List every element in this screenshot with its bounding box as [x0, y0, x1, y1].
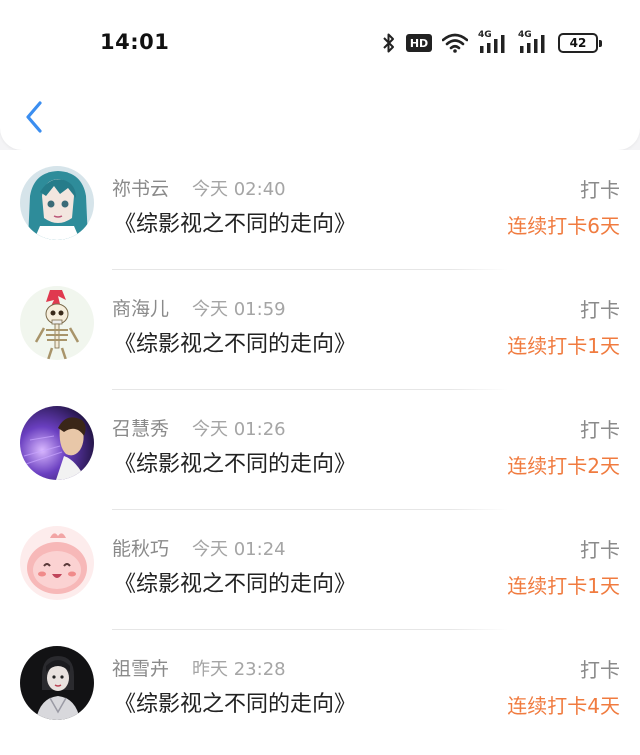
list-item[interactable]: 召慧秀 今天 01:26 《综影视之不同的走向》 打卡 连续打卡2天 — [0, 390, 640, 510]
user-name: 能秋巧 — [112, 538, 170, 560]
user-name: 祢书云 — [112, 178, 170, 200]
bluetooth-icon — [382, 32, 396, 54]
status-time: 14:01 — [100, 30, 170, 54]
book-title[interactable]: 《综影视之不同的走向》 — [114, 566, 356, 598]
streak-label: 连续打卡6天 — [507, 214, 620, 238]
status-icons: HD 4G 4G 42 — [382, 30, 602, 56]
status-bar: 14:01 HD 4G 4G 42 — [0, 0, 640, 86]
user-name: 召慧秀 — [112, 418, 170, 440]
book-title[interactable]: 《综影视之不同的走向》 — [114, 686, 356, 718]
streak-label: 连续打卡1天 — [507, 574, 620, 598]
top-bar: 14:01 HD 4G 4G 42 — [0, 0, 640, 150]
book-title[interactable]: 《综影视之不同的走向》 — [114, 446, 356, 478]
avatar — [20, 646, 94, 720]
book-title[interactable]: 《综影视之不同的走向》 — [114, 206, 356, 238]
action-label: 打卡 — [580, 178, 620, 202]
chevron-left-icon — [26, 101, 42, 133]
user-name: 商海儿 — [112, 298, 170, 320]
avatar — [20, 526, 94, 600]
timestamp: 今天 02:40 — [192, 179, 286, 200]
back-button[interactable] — [20, 97, 50, 137]
list-item[interactable]: 商海儿 今天 01:59 《综影视之不同的走向》 打卡 连续打卡1天 — [0, 270, 640, 390]
action-label: 打卡 — [580, 298, 620, 322]
checkin-list: 祢书云 今天 02:40 《综影视之不同的走向》 打卡 连续打卡6天 商海儿 今… — [0, 150, 640, 755]
book-title[interactable]: 《综影视之不同的走向》 — [114, 326, 356, 358]
streak-label: 连续打卡4天 — [507, 694, 620, 718]
wifi-icon — [442, 33, 468, 53]
avatar — [20, 166, 94, 240]
list-item[interactable]: 祖雪卉 昨天 23:28 《综影视之不同的走向》 打卡 连续打卡4天 — [0, 630, 640, 750]
signal-4g-icon: 4G — [518, 30, 548, 54]
list-item[interactable]: 能秋巧 今天 01:24 《综影视之不同的走向》 打卡 连续打卡1天 — [0, 510, 640, 630]
battery-icon: 42 — [558, 33, 602, 53]
timestamp: 昨天 23:28 — [192, 659, 286, 680]
avatar — [20, 286, 94, 360]
signal-4g-icon: 4G — [478, 30, 508, 54]
timestamp: 今天 01:59 — [192, 299, 286, 320]
list-item[interactable]: 祢书云 今天 02:40 《综影视之不同的走向》 打卡 连续打卡6天 — [0, 150, 640, 270]
timestamp: 今天 01:24 — [192, 539, 286, 560]
hd-icon: HD — [406, 34, 432, 52]
streak-label: 连续打卡2天 — [507, 454, 620, 478]
action-label: 打卡 — [580, 418, 620, 442]
timestamp: 今天 01:26 — [192, 419, 286, 440]
action-label: 打卡 — [580, 538, 620, 562]
avatar — [20, 406, 94, 480]
user-name: 祖雪卉 — [112, 658, 170, 680]
action-label: 打卡 — [580, 658, 620, 682]
streak-label: 连续打卡1天 — [507, 334, 620, 358]
